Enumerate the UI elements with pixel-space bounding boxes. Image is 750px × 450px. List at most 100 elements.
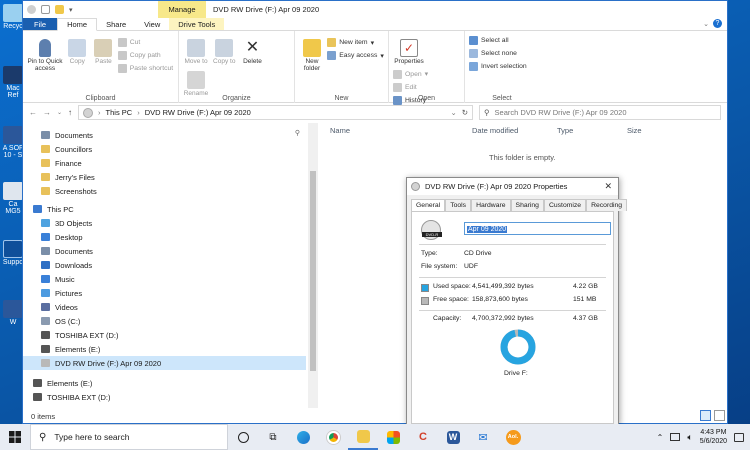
store-button[interactable]	[378, 424, 408, 450]
breadcrumb-this-pc[interactable]: This PC	[106, 108, 133, 117]
chevron-down-icon[interactable]: ⌄	[450, 108, 456, 117]
network-icon[interactable]	[670, 433, 681, 441]
select-none-button[interactable]: Select none	[469, 47, 535, 60]
close-icon[interactable]: ✕	[604, 181, 612, 192]
nav-scrollbar[interactable]	[308, 123, 318, 408]
tab-recording[interactable]: Recording	[586, 199, 628, 211]
nav-item[interactable]: Elements (E:)	[23, 342, 306, 356]
new-folder-qat-icon[interactable]	[55, 5, 64, 14]
mail-button[interactable]: ✉	[468, 424, 498, 450]
nav-item[interactable]: TOSHIBA EXT (D:)	[23, 390, 306, 404]
nav-item[interactable]: Screenshots	[23, 184, 306, 198]
clipboard-group: Pin to Quick access Copy Paste Cut Copy …	[23, 31, 179, 103]
tab-drive-tools[interactable]: Drive Tools	[169, 18, 225, 30]
column-date-modified[interactable]: Date modified	[472, 126, 557, 135]
tab-tools[interactable]: Tools	[445, 199, 472, 211]
paste-shortcut-button[interactable]: Paste shortcut	[117, 62, 173, 75]
tab-customize[interactable]: Customize	[543, 199, 587, 211]
new-folder-button[interactable]: New folder	[299, 34, 325, 73]
details-view-icon[interactable]	[700, 410, 711, 421]
tab-general[interactable]: General	[411, 199, 446, 211]
up-arrow-icon[interactable]: ↑	[68, 108, 72, 117]
tab-view[interactable]: View	[135, 18, 169, 30]
move-to-button[interactable]: Move to	[183, 34, 209, 66]
nav-item[interactable]: Pictures	[23, 286, 306, 300]
chevron-up-icon[interactable]: ⌃	[657, 433, 664, 442]
select-all-button[interactable]: Select all	[469, 34, 535, 47]
cortana-button[interactable]	[228, 424, 258, 450]
refresh-icon[interactable]: ↻	[462, 108, 468, 117]
taskbar-search[interactable]: ⚲ Type here to search	[30, 424, 228, 450]
address-bar[interactable]: › This PC › DVD RW Drive (F:) Apr 09 202…	[78, 105, 474, 120]
chevron-down-icon[interactable]: ⌄	[57, 109, 62, 116]
task-view-button[interactable]: ⧉	[258, 424, 288, 450]
chrome-button[interactable]	[318, 424, 348, 450]
nav-item[interactable]: Downloads	[23, 258, 306, 272]
forward-arrow-icon[interactable]: →	[43, 108, 51, 117]
nav-item[interactable]: This PC	[23, 202, 306, 216]
scrollbar-thumb[interactable]	[310, 171, 316, 371]
disk-usage-donut	[500, 329, 536, 365]
breadcrumb-dvd-drive[interactable]: DVD RW Drive (F:) Apr 09 2020	[145, 108, 251, 117]
nav-item[interactable]: Documents	[23, 128, 306, 142]
nav-item[interactable]: TOSHIBA EXT (D:)	[23, 328, 306, 342]
file-explorer-button[interactable]	[348, 424, 378, 450]
cc-app-button[interactable]: C	[408, 424, 438, 450]
tab-hardware[interactable]: Hardware	[471, 199, 511, 211]
back-arrow-icon[interactable]: ←	[29, 108, 37, 117]
nav-item[interactable]: Desktop	[23, 230, 306, 244]
tab-home[interactable]: Home	[57, 18, 98, 31]
nav-item[interactable]: OS (C:)	[23, 314, 306, 328]
chevron-down-icon[interactable]: ⌄	[703, 20, 709, 28]
invert-selection-button[interactable]: Invert selection	[469, 60, 535, 73]
type-value: CD Drive	[464, 250, 492, 257]
cut-button[interactable]: Cut	[117, 36, 173, 49]
edge-button[interactable]	[288, 424, 318, 450]
nav-item[interactable]: Finance	[23, 156, 306, 170]
copy-path-label: Copy path	[129, 52, 161, 59]
rename-button[interactable]: Rename	[183, 66, 209, 98]
nav-item-label: Documents	[55, 246, 93, 256]
desktop-icon-label: Suppo	[2, 259, 24, 266]
column-type[interactable]: Type	[557, 126, 627, 135]
word-button[interactable]: W	[438, 424, 468, 450]
copy-path-button[interactable]: Copy path	[117, 49, 173, 62]
clock[interactable]: 4:43 PM 5/6/2020	[700, 428, 727, 446]
large-icons-view-icon[interactable]	[714, 410, 725, 421]
new-item-button[interactable]: New item ▾	[327, 36, 384, 49]
copy-button[interactable]: Copy	[65, 34, 89, 66]
properties-button[interactable]: ✓ Properties	[393, 34, 425, 66]
tab-file[interactable]: File	[23, 18, 58, 30]
help-icon[interactable]: ?	[713, 19, 722, 28]
copy-to-button[interactable]: Copy to	[211, 34, 237, 66]
properties-label: Properties	[394, 58, 424, 65]
tab-sharing[interactable]: Sharing	[510, 199, 544, 211]
easy-access-button[interactable]: Easy access ▾	[327, 49, 384, 62]
notifications-icon[interactable]	[734, 432, 744, 442]
nav-item[interactable]: 3D Objects	[23, 216, 306, 230]
chevron-down-icon[interactable]: ▾	[69, 6, 73, 14]
nav-item[interactable]: Videos	[23, 300, 306, 314]
paste-button[interactable]: Paste	[91, 34, 115, 66]
volume-icon[interactable]: 🔈︎	[687, 432, 692, 443]
tab-share[interactable]: Share	[97, 18, 135, 30]
nav-item[interactable]: Music	[23, 272, 306, 286]
pin-quick-access-button[interactable]: Pin to Quick access	[27, 34, 63, 73]
column-size[interactable]: Size	[627, 126, 642, 135]
aol-button[interactable]: Aol.	[498, 424, 528, 450]
search-box[interactable]: ⚲ Search DVD RW Drive (F:) Apr 09 2020	[479, 105, 721, 120]
properties-qat-icon[interactable]	[41, 5, 50, 14]
nav-item[interactable]: DVD RW Drive (F:) Apr 09 2020	[23, 356, 306, 370]
open-button[interactable]: Open ▾	[393, 68, 428, 81]
nav-item[interactable]: Councillors	[23, 142, 306, 156]
chevron-down-icon: ▾	[370, 39, 374, 47]
drive-label-input[interactable]: Apr 09 2020	[464, 222, 611, 235]
column-name[interactable]: Name	[320, 126, 472, 135]
edit-button[interactable]: Edit	[393, 81, 428, 94]
manage-context-tab[interactable]: Manage	[158, 1, 206, 18]
nav-item[interactable]: Jerry's Files	[23, 170, 306, 184]
nav-item[interactable]: Elements (E:)	[23, 376, 306, 390]
start-button[interactable]	[0, 431, 30, 443]
nav-item[interactable]: Documents	[23, 244, 306, 258]
delete-button[interactable]: ✕ Delete	[239, 34, 265, 66]
